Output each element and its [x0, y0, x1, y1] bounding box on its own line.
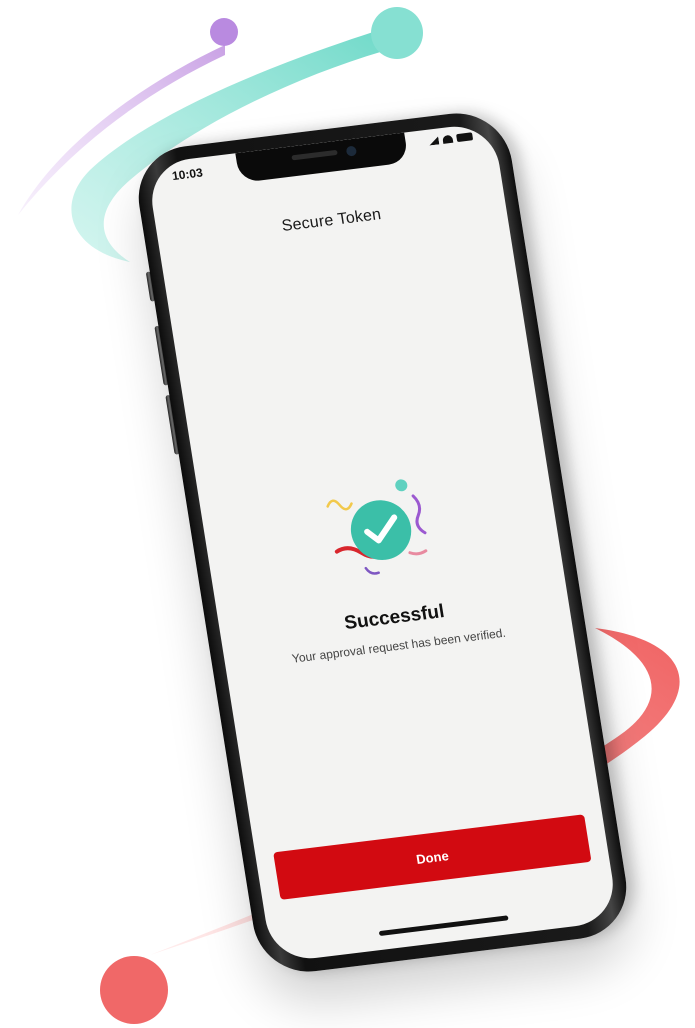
front-camera: [345, 145, 357, 157]
promo-stage: 10:03 Secure Token Successful Your appro…: [0, 0, 695, 1028]
confetti-pink-icon: [407, 549, 427, 556]
confetti-purple-small-icon: [364, 567, 380, 575]
battery-icon: [456, 132, 474, 143]
purple-dot: [210, 18, 238, 46]
speaker-grill: [290, 149, 338, 161]
status-time: 10:03: [171, 165, 204, 184]
teal-dot: [371, 7, 423, 59]
success-illustration: [325, 479, 427, 575]
confetti-yellow-icon: [325, 499, 353, 511]
confetti-purple-icon: [411, 494, 427, 535]
page-title: Secure Token: [280, 206, 383, 236]
confetti-teal-dot-icon: [394, 479, 407, 492]
check-circle-icon: [350, 500, 411, 561]
red-dot: [100, 956, 168, 1024]
signal-icon: [428, 136, 439, 145]
status-icons: [428, 132, 474, 145]
wifi-icon: [442, 134, 454, 144]
done-button[interactable]: Done: [273, 814, 592, 900]
home-indicator[interactable]: [378, 915, 509, 937]
